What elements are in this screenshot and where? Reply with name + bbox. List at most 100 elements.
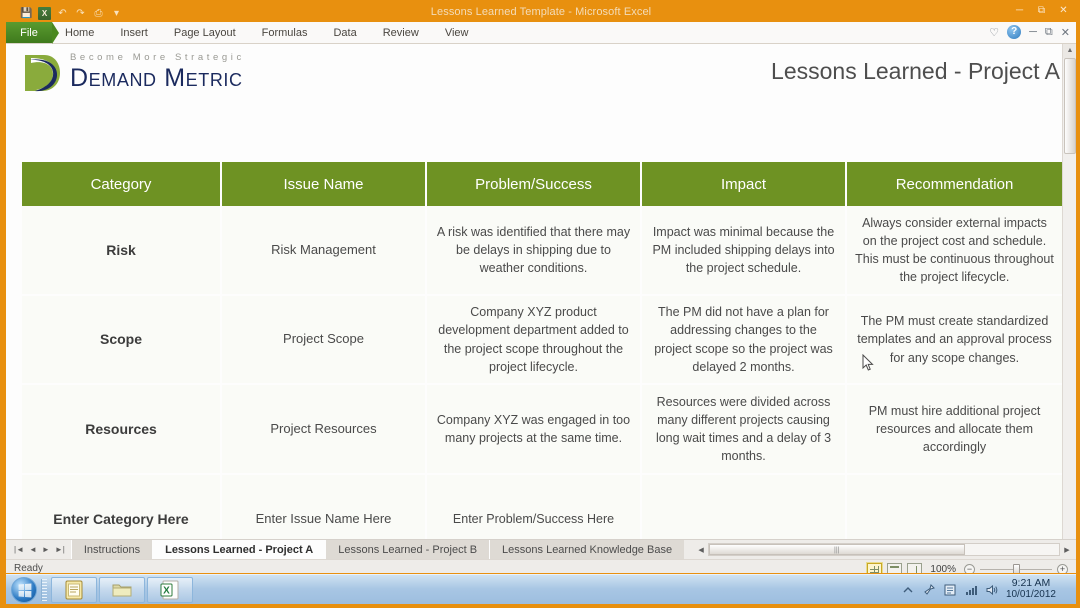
title-bar: 💾 X ↶ ↷ ⎙ ▾ Lessons Learned Template - M… [6, 4, 1076, 22]
tab-view[interactable]: View [432, 22, 482, 43]
ribbon-tab-strip[interactable]: File Home Insert Page Layout Formulas Da… [6, 22, 1076, 44]
cell-problem-success[interactable]: Enter Problem/Success Here [427, 475, 642, 539]
page-break-preview-icon[interactable] [907, 562, 923, 573]
signal-icon[interactable] [964, 583, 978, 597]
ribbon-options-icon[interactable]: ♡ [989, 26, 999, 39]
excel-window: 💾 X ↶ ↷ ⎙ ▾ Lessons Learned Template - M… [6, 4, 1076, 573]
show-desktop-icon[interactable] [1063, 583, 1068, 597]
sheet-tab-project-b[interactable]: Lessons Learned - Project B [325, 540, 490, 559]
horizontal-scroll-thumb[interactable]: ||| [709, 544, 965, 555]
lessons-learned-table: Category Issue Name Problem/Success Impa… [22, 162, 1062, 539]
tab-nav-first-icon[interactable]: |◄ [14, 545, 24, 554]
cell-recommendation[interactable] [847, 475, 1062, 539]
zoom-out-button[interactable]: − [964, 563, 975, 573]
table-row[interactable]: Resources Project Resources Company XYZ … [22, 385, 1062, 475]
tab-data[interactable]: Data [320, 22, 369, 43]
tab-resize-handle[interactable] [684, 540, 694, 559]
table-row[interactable]: Risk Risk Management A risk was identifi… [22, 206, 1062, 296]
minimize-icon[interactable]: ─ [1013, 5, 1026, 16]
logo-wordmark: Become More Strategic Demand Metric [70, 52, 245, 94]
cell-impact[interactable]: Impact was minimal because the PM includ… [642, 206, 847, 296]
close-icon[interactable]: ✕ [1057, 5, 1070, 16]
desktop-background: 💾 X ↶ ↷ ⎙ ▾ Lessons Learned Template - M… [0, 0, 1080, 608]
close-window-icon[interactable]: ✕ [1061, 26, 1070, 39]
cell-problem-success[interactable]: Company XYZ product development departme… [427, 296, 642, 385]
cell-impact[interactable]: The PM did not have a plan for addressin… [642, 296, 847, 385]
zoom-in-button[interactable]: + [1057, 563, 1068, 573]
column-header-issue-name: Issue Name [222, 162, 427, 206]
taskbar-item-folder[interactable] [99, 576, 145, 603]
cell-issue-name[interactable]: Project Scope [222, 296, 427, 385]
page-title: Lessons Learned - Project A [771, 58, 1060, 84]
normal-view-icon[interactable] [866, 561, 884, 573]
quick-launch-grip[interactable] [41, 578, 47, 601]
sheet-tab-instructions[interactable]: Instructions [70, 540, 153, 559]
zoom-slider-thumb[interactable] [1013, 563, 1020, 573]
taskbar-item-notepad[interactable] [51, 576, 97, 603]
cell-recommendation[interactable]: PM must hire additional project resource… [847, 385, 1062, 475]
help-icon[interactable]: ? [1007, 25, 1022, 39]
table-header-row: Category Issue Name Problem/Success Impa… [22, 162, 1062, 206]
tab-nav-last-icon[interactable]: ►| [55, 545, 65, 554]
column-header-impact: Impact [642, 162, 847, 206]
horizontal-scroll-track[interactable]: ||| [708, 543, 1060, 556]
column-header-category: Category [22, 162, 222, 206]
scroll-up-icon[interactable]: ▲ [1063, 44, 1076, 58]
cell-category[interactable]: Resources [22, 385, 222, 475]
restore-icon[interactable]: ⧉ [1035, 5, 1048, 16]
window-controls[interactable]: ─ ⧉ ✕ [1013, 5, 1070, 16]
cell-problem-success[interactable]: A risk was identified that there may be … [427, 206, 642, 296]
show-hidden-icons-icon[interactable] [901, 583, 915, 597]
restore-window-icon[interactable]: ⧉ [1045, 26, 1053, 39]
tab-home[interactable]: Home [52, 22, 107, 43]
status-bar-right[interactable]: 100% − + [866, 560, 1068, 573]
table-row[interactable]: Enter Category Here Enter Issue Name Her… [22, 475, 1062, 539]
clock-time: 9:21 AM [1011, 576, 1051, 589]
folder-icon [111, 579, 133, 601]
tab-review[interactable]: Review [370, 22, 432, 43]
cell-impact[interactable] [642, 475, 847, 539]
start-button[interactable] [11, 576, 37, 603]
volume-icon[interactable] [985, 583, 999, 597]
table-row[interactable]: Scope Project Scope Company XYZ product … [22, 296, 1062, 385]
cell-category[interactable]: Risk [22, 206, 222, 296]
page-layout-view-icon[interactable] [887, 562, 903, 573]
tab-file[interactable]: File [6, 22, 59, 44]
cell-category[interactable]: Scope [22, 296, 222, 385]
vertical-scroll-thumb[interactable] [1064, 58, 1076, 154]
network-pin-icon[interactable] [922, 583, 936, 597]
cell-recommendation[interactable]: The PM must create standardized template… [847, 296, 1062, 385]
scroll-right-icon[interactable]: ▶ [1060, 546, 1074, 554]
cell-problem-success[interactable]: Company XYZ was engaged in too many proj… [427, 385, 642, 475]
status-bar: Ready 100% − + [6, 559, 1076, 573]
tab-nav-next-icon[interactable]: ► [42, 545, 50, 554]
cell-category[interactable]: Enter Category Here [22, 475, 222, 539]
demand-metric-logo: Become More Strategic Demand Metric [22, 52, 245, 94]
tab-nav-prev-icon[interactable]: ◄ [29, 545, 37, 554]
taskbar-item-excel[interactable]: X [147, 576, 193, 603]
window-title: Lessons Learned Template - Microsoft Exc… [430, 6, 652, 18]
taskbar-clock[interactable]: 9:21 AM 10/01/2012 [1005, 576, 1056, 601]
zoom-slider[interactable] [980, 563, 1052, 573]
minimize-ribbon-icon[interactable]: ─ [1029, 26, 1037, 38]
ribbon-right-controls[interactable]: ♡ ? ─ ⧉ ✕ [989, 25, 1070, 39]
tab-insert[interactable]: Insert [107, 22, 161, 43]
cell-impact[interactable]: Resources were divided across many diffe… [642, 385, 847, 475]
sheet-tab-navigation[interactable]: |◄ ◄ ► ►| [6, 540, 71, 559]
cell-issue-name[interactable]: Risk Management [222, 206, 427, 296]
tab-page-layout[interactable]: Page Layout [161, 22, 249, 43]
logo-tagline: Become More Strategic [70, 52, 245, 63]
scroll-left-icon[interactable]: ◀ [694, 546, 708, 554]
tab-formulas[interactable]: Formulas [249, 22, 321, 43]
column-header-recommendation: Recommendation [847, 162, 1062, 206]
clock-date: 10/01/2012 [1005, 589, 1056, 601]
sheet-tab-project-a[interactable]: Lessons Learned - Project A [152, 540, 326, 559]
system-tray[interactable]: 9:21 AM 10/01/2012 [901, 576, 1076, 601]
cell-issue-name[interactable]: Enter Issue Name Here [222, 475, 427, 539]
vertical-scrollbar[interactable]: ▲ [1062, 44, 1076, 539]
cell-issue-name[interactable]: Project Resources [222, 385, 427, 475]
action-center-icon[interactable] [943, 583, 957, 597]
cell-recommendation[interactable]: Always consider external impacts on the … [847, 206, 1062, 296]
sheet-tab-knowledge-base[interactable]: Lessons Learned Knowledge Base [489, 540, 685, 559]
horizontal-scrollbar[interactable]: ◀ ||| ▶ [694, 540, 1076, 559]
